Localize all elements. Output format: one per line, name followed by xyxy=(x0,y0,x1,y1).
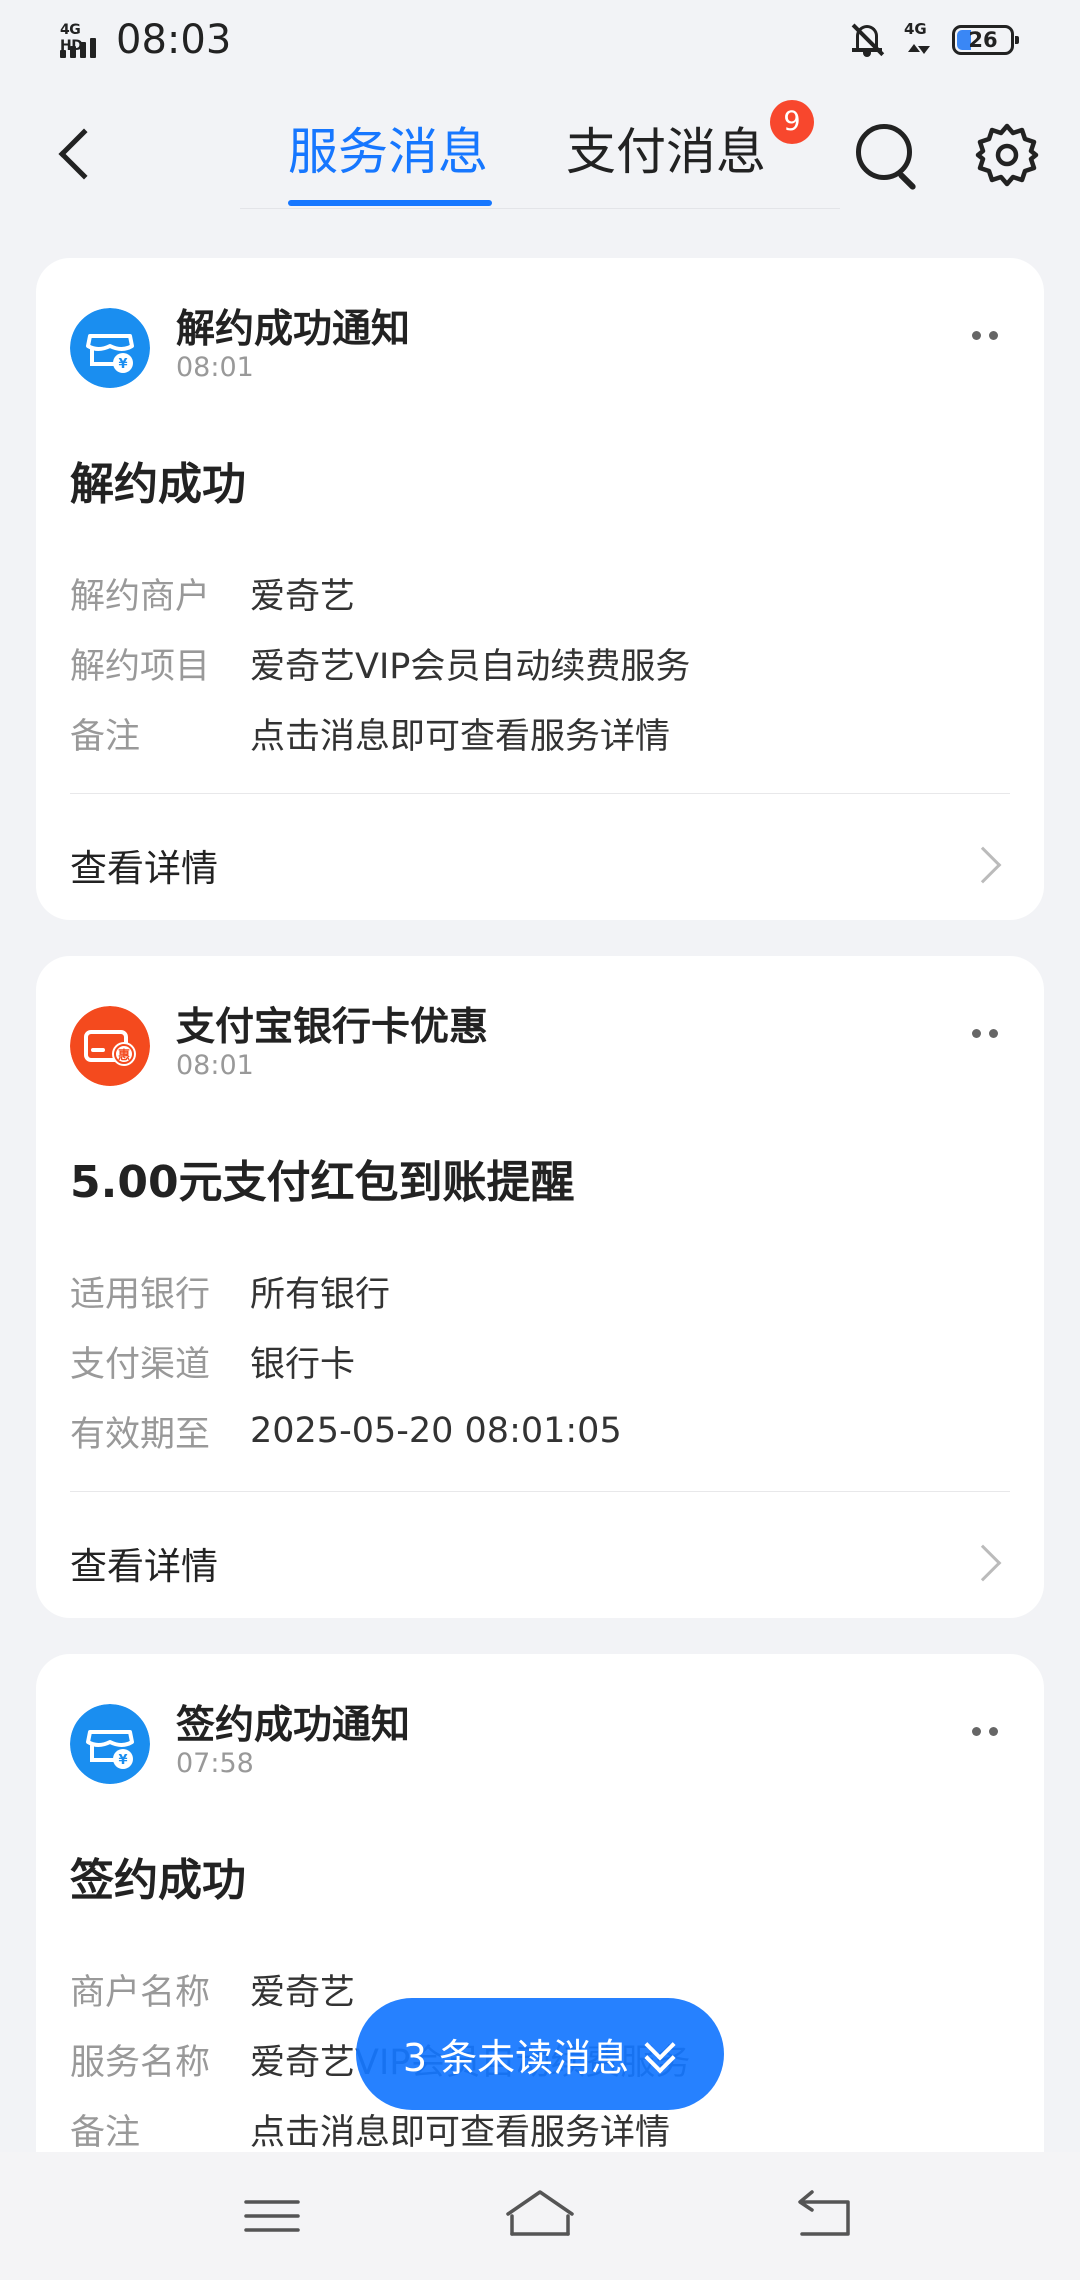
card-headline: 解约成功 xyxy=(70,459,246,510)
card-title: 支付宝银行卡优惠 xyxy=(176,1005,489,1050)
mobile-data-label: 4G xyxy=(904,20,927,38)
chevron-right-icon xyxy=(964,1544,1002,1582)
detail-row: 解约项目 爱奇艺VIP会员自动续费服务 xyxy=(70,628,690,698)
double-chevron-down-icon xyxy=(643,2029,677,2074)
detail-row: 解约商户 爱奇艺 xyxy=(70,558,690,628)
cellular-signal-icon: 4G HD xyxy=(60,20,106,60)
mobile-data-icon: 4G xyxy=(904,20,932,60)
chevron-left-icon xyxy=(58,128,110,180)
detail-value: 爱奇艺 xyxy=(250,576,356,617)
bank-card-discount-icon: 惠 xyxy=(70,1006,150,1086)
divider xyxy=(70,793,1010,794)
detail-row: 适用银行 所有银行 xyxy=(70,1256,622,1326)
more-options-button[interactable] xyxy=(960,1018,1010,1048)
status-bar: 4G HD 08:03 4G 26 xyxy=(0,0,1080,80)
recent-apps-button[interactable] xyxy=(222,2176,322,2256)
status-time: 08:03 xyxy=(116,17,232,63)
card-details: 适用银行 所有银行 支付渠道 银行卡 有效期至 2025-05-20 08:01… xyxy=(70,1256,622,1466)
detail-value: 点击消息即可查看服务详情 xyxy=(250,2112,671,2153)
battery-level: 26 xyxy=(968,28,998,52)
store-yuan-icon: ¥ xyxy=(70,308,150,388)
detail-value: 银行卡 xyxy=(250,1344,356,1385)
detail-key: 备注 xyxy=(70,2112,141,2153)
message-card[interactable]: ¥ 解约成功通知 08:01 解约成功 解约商户 爱奇艺 解约项目 爱奇艺VIP… xyxy=(36,258,1044,920)
chevron-right-icon xyxy=(964,846,1002,884)
detail-value: 爱奇艺 xyxy=(250,1972,356,2013)
message-card[interactable]: 惠 支付宝银行卡优惠 08:01 5.00元支付红包到账提醒 适用银行 所有银行… xyxy=(36,956,1044,1618)
detail-row: 有效期至 2025-05-20 08:01:05 xyxy=(70,1396,622,1466)
detail-value: 2025-05-20 08:01:05 xyxy=(250,1411,622,1451)
card-title: 签约成功通知 xyxy=(176,1703,411,1748)
card-time: 08:01 xyxy=(176,352,254,383)
battery-icon: 26 xyxy=(952,25,1019,55)
home-icon xyxy=(506,2190,574,2236)
more-options-button[interactable] xyxy=(960,1716,1010,1746)
tab-divider xyxy=(240,208,840,209)
store-yuan-icon: ¥ xyxy=(70,1704,150,1784)
detail-row: 支付渠道 银行卡 xyxy=(70,1326,622,1396)
more-options-button[interactable] xyxy=(960,320,1010,350)
active-tab-indicator xyxy=(288,200,492,206)
detail-value: 点击消息即可查看服务详情 xyxy=(250,716,671,757)
back-button[interactable] xyxy=(48,122,110,188)
unread-messages-button[interactable]: 3 条未读消息 xyxy=(356,1998,724,2110)
detail-key: 服务名称 xyxy=(70,2042,211,2083)
gear-icon xyxy=(975,123,1039,187)
detail-key: 适用银行 xyxy=(70,1274,211,1315)
tab-payment-messages[interactable]: 支付消息 xyxy=(566,114,766,190)
menu-icon xyxy=(244,2200,300,2232)
detail-key: 备注 xyxy=(70,716,141,757)
search-button[interactable] xyxy=(852,120,924,192)
muted-bell-icon xyxy=(850,22,884,58)
card-title: 解约成功通知 xyxy=(176,307,411,352)
status-right: 4G 26 xyxy=(850,20,1019,60)
detail-key: 有效期至 xyxy=(70,1414,211,1455)
view-details-link[interactable]: 查看详情 xyxy=(70,1536,218,1590)
divider xyxy=(70,1491,1010,1492)
home-button[interactable] xyxy=(490,2176,590,2256)
detail-value: 爱奇艺VIP会员自动续费服务 xyxy=(250,646,691,687)
card-headline: 签约成功 xyxy=(70,1855,246,1906)
card-headline: 5.00元支付红包到账提醒 xyxy=(70,1157,575,1208)
detail-key: 解约商户 xyxy=(70,576,211,617)
card-time: 08:01 xyxy=(176,1050,254,1081)
status-left: 4G HD 08:03 xyxy=(60,17,231,63)
svg-text:惠: 惠 xyxy=(118,1047,130,1062)
detail-value: 所有银行 xyxy=(250,1274,391,1315)
svg-text:¥: ¥ xyxy=(118,357,127,372)
card-details: 解约商户 爱奇艺 解约项目 爱奇艺VIP会员自动续费服务 备注 点击消息即可查看… xyxy=(70,558,690,768)
system-back-button[interactable] xyxy=(772,2176,872,2256)
header: 服务消息 支付消息 9 xyxy=(0,100,1080,210)
tab-service-messages[interactable]: 服务消息 xyxy=(288,114,488,190)
detail-row: 备注 点击消息即可查看服务详情 xyxy=(70,698,690,768)
unread-badge: 9 xyxy=(770,100,814,144)
unread-messages-label: 3 条未读消息 xyxy=(402,2035,630,2080)
return-icon xyxy=(798,2190,850,2236)
detail-key: 商户名称 xyxy=(70,1972,211,2013)
system-navigation-bar xyxy=(0,2152,1080,2280)
card-time: 07:58 xyxy=(176,1748,254,1779)
detail-key: 解约项目 xyxy=(70,646,211,687)
detail-key: 支付渠道 xyxy=(70,1344,211,1385)
settings-button[interactable] xyxy=(972,120,1042,190)
view-details-link[interactable]: 查看详情 xyxy=(70,838,218,892)
svg-text:¥: ¥ xyxy=(118,1753,127,1768)
